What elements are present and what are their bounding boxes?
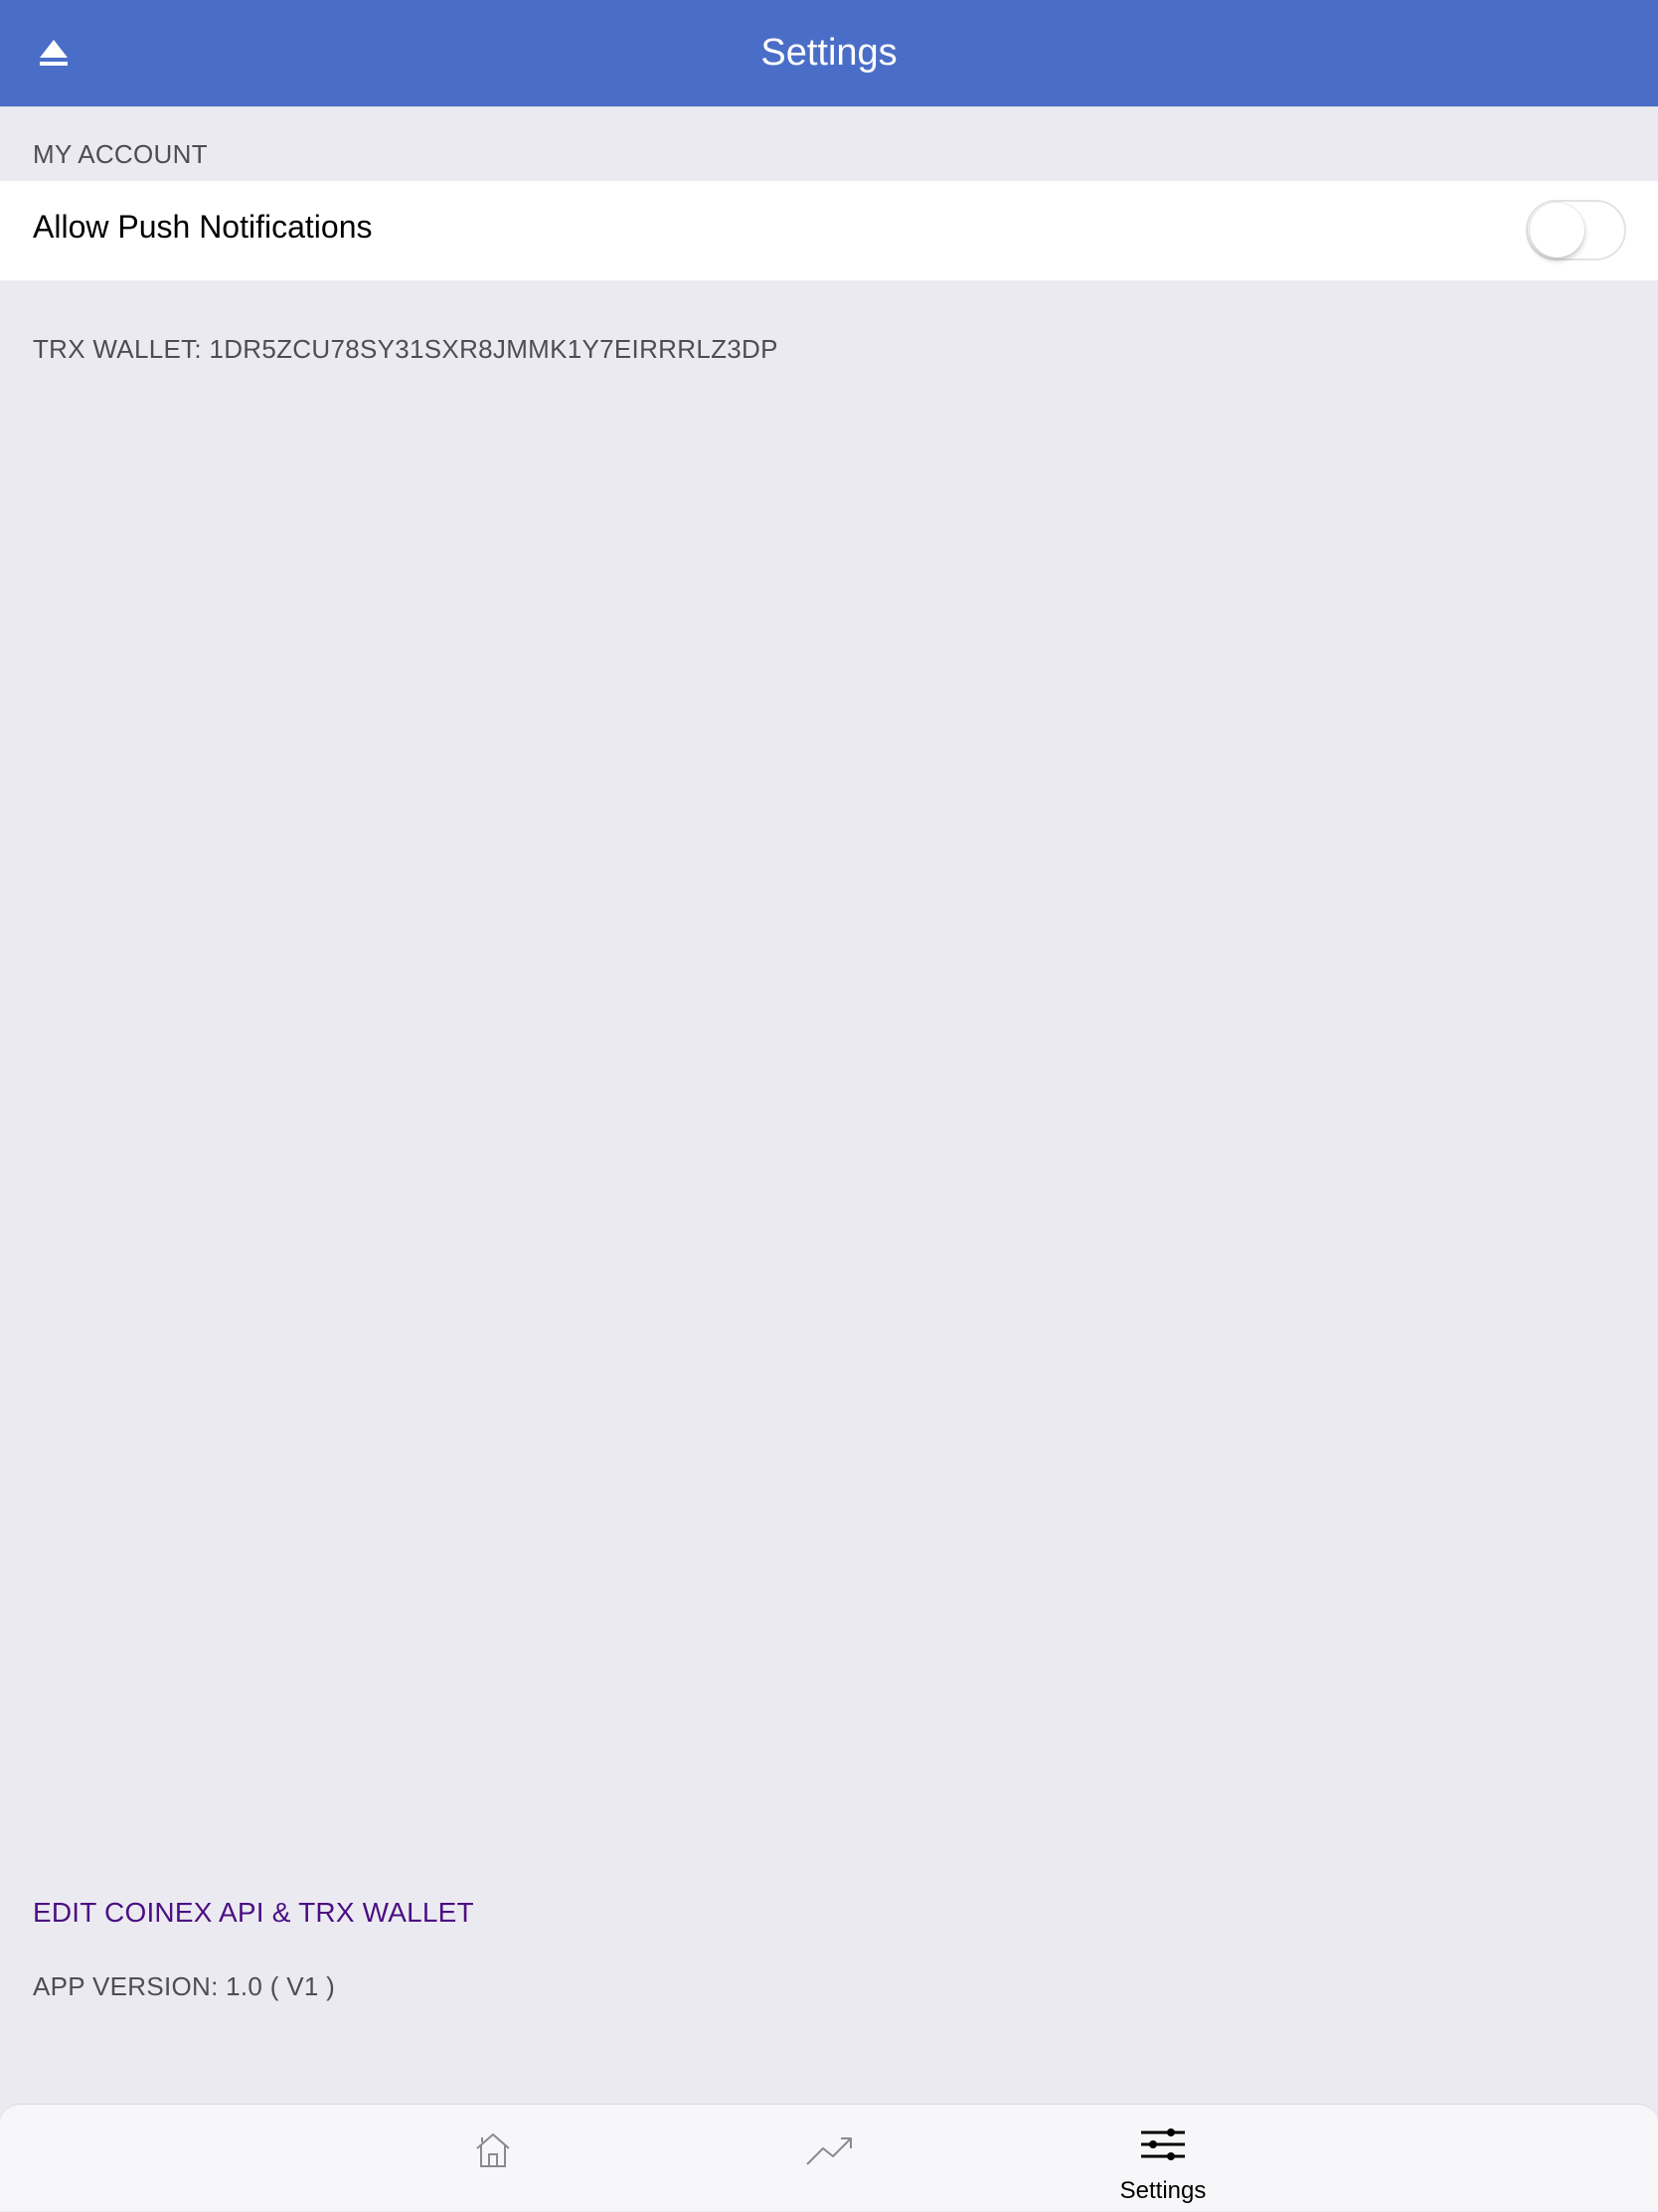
tab-markets[interactable] [749, 2105, 909, 2212]
edit-api-wallet-button[interactable]: EDIT COINEX API & TRX WALLET [33, 1897, 474, 1929]
push-notifications-cell: Allow Push Notifications [0, 181, 1658, 280]
page-title: Settings [760, 32, 898, 74]
section-header-my-account: MY ACCOUNT [33, 139, 208, 169]
app-version: APP VERSION: 1.0 ( V1 ) [33, 1971, 336, 2001]
toggle-knob [1530, 203, 1584, 257]
home-icon [476, 2133, 510, 2167]
navigation-bar: Settings [0, 0, 1658, 106]
trx-wallet-address: TRX WALLET: 1DR5ZCU78SY31SXR8JMMK1Y7EIRR… [33, 334, 778, 364]
push-notifications-toggle[interactable] [1526, 200, 1626, 260]
trending-up-icon [806, 2137, 852, 2165]
push-notifications-label: Allow Push Notifications [33, 209, 373, 245]
tab-bar: Settings [0, 2104, 1658, 2211]
tab-settings[interactable]: Settings [1083, 2105, 1243, 2212]
tab-settings-label: Settings [1119, 2177, 1207, 2204]
tab-home[interactable] [414, 2105, 573, 2212]
sliders-icon [1141, 2128, 1185, 2160]
